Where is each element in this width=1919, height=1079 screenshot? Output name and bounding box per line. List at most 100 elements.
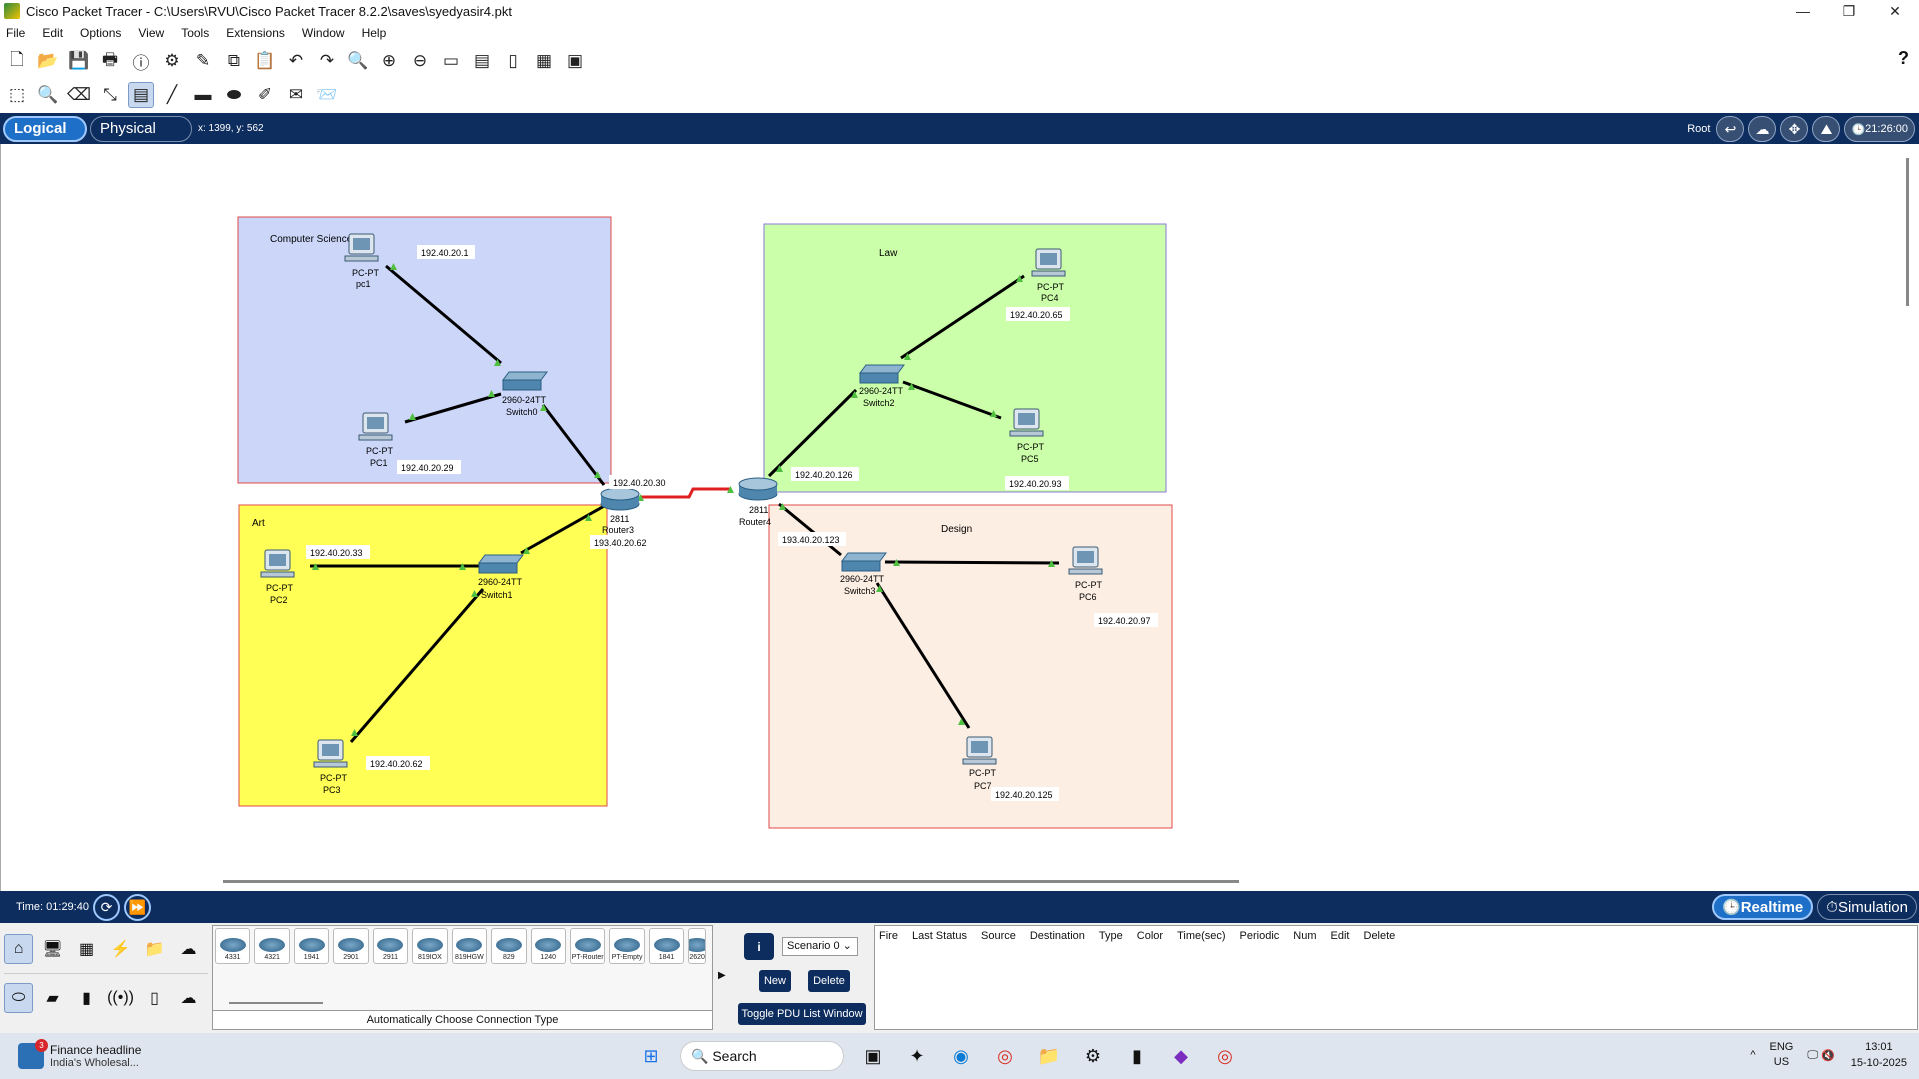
fast-forward-icon[interactable]: ⏩ [123,893,151,921]
clock-date[interactable]: 13:01 15-10-2025 [1851,1039,1907,1071]
windows-start-icon[interactable]: ⊞ [636,1041,666,1071]
connections-icon[interactable]: ⚡ [106,934,135,964]
terminal-icon[interactable]: ▮ [1122,1041,1152,1071]
device-model-pt-router[interactable]: PT-Router [569,928,606,964]
zoom-out-icon[interactable]: ⊖ [407,48,433,74]
select-icon[interactable]: ⬚ [4,82,30,108]
taskbar-search[interactable]: 🔍 Search [680,1041,844,1071]
device-model-1941[interactable]: 1941 [293,928,330,964]
zoom-in-icon[interactable]: 🔍 [345,48,371,74]
network-icon[interactable]: 🖵 [1807,1049,1818,1062]
task-view-icon[interactable]: ▣ [858,1041,888,1071]
packet-tracer-taskbar-icon[interactable]: ⚙ [1078,1041,1108,1071]
place-note-icon[interactable]: ▤ [128,82,154,108]
redo-icon[interactable]: ↷ [314,48,340,74]
network-wizard-icon[interactable]: ⚙ [159,48,185,74]
physical-mode-button[interactable]: Physical [90,115,192,142]
chevron-up-icon[interactable]: ^ [1750,1049,1755,1061]
file-explorer-icon[interactable]: 📁 [1034,1041,1064,1071]
chrome-profile-icon[interactable]: ◎ [1210,1041,1240,1071]
expand-arrow-icon[interactable]: ▶ [718,970,726,981]
switch-device-Switch2[interactable] [859,364,905,384]
components-icon[interactable]: ▦ [72,934,101,964]
edge-icon[interactable]: ◉ [946,1041,976,1071]
device-model-1240[interactable]: 1240 [530,928,566,964]
back-icon[interactable]: ↩ [1716,116,1745,142]
new-icon[interactable]: 🗋 [4,48,30,74]
security-icon[interactable]: ▯ [140,983,169,1013]
device-model-2911[interactable]: 2911 [372,928,409,964]
print-icon[interactable]: 🖶 [97,48,123,74]
menu-help[interactable]: Help [362,26,387,40]
console-icon[interactable]: ▯ [500,48,526,74]
open-icon[interactable]: 📂 [35,48,61,74]
logical-workspace[interactable]: Computer Science Law Art Design PC-PT pc… [0,144,1919,891]
undo-icon[interactable]: ↶ [283,48,309,74]
save-icon[interactable]: 💾 [66,48,92,74]
device-model-1841[interactable]: 1841 [648,928,685,964]
menu-edit[interactable]: Edit [42,26,63,40]
device-model-4331[interactable]: 4331 [215,928,251,964]
inspect-icon[interactable]: 🔍 [35,82,61,108]
network-devices-icon[interactable]: ⌂ [4,934,34,964]
wireless-devices-icon[interactable]: ((•)) [106,983,135,1013]
realtime-mode-button[interactable]: 🕒 Realtime [1712,894,1814,920]
menu-file[interactable]: File [6,26,25,40]
scenario-select[interactable]: Scenario 0 ⌄ [782,937,858,956]
logical-mode-button[interactable]: Logical [3,115,87,142]
volume-muted-icon[interactable]: 🔇 [1821,1049,1835,1062]
hubs-icon[interactable]: ▮ [72,983,101,1013]
background-image-icon[interactable]: ⛰ [1812,116,1841,142]
device-model-pt-empty[interactable]: PT-Empty [609,928,645,964]
pc-device-PC2[interactable] [260,549,295,578]
close-button[interactable]: ✕ [1872,0,1918,22]
pc-device-PC7[interactable] [962,736,997,765]
horizontal-scrollbar[interactable] [223,880,1239,883]
device-model-819IOX[interactable]: 819IOX [412,928,448,964]
custom-devices-icon[interactable]: ▤ [469,48,495,74]
device-model-2901[interactable]: 2901 [333,928,369,964]
device-list-scrollbar[interactable] [229,1002,323,1004]
chrome-icon[interactable]: ◎ [990,1041,1020,1071]
switches-icon[interactable]: ▰ [38,983,67,1013]
draw-line-icon[interactable]: ╱ [159,82,185,108]
miscellaneous-icon[interactable]: 📁 [140,934,169,964]
multiuser-icon[interactable]: ☁ [174,934,203,964]
pc-device-PC3[interactable] [313,739,348,768]
draw-ellipse-icon[interactable]: ⬬ [221,82,247,108]
maximize-button[interactable]: ❐ [1826,0,1872,22]
end-devices-icon[interactable]: 🖥 [38,934,67,964]
news-widget[interactable]: 3 Finance headline India's Wholesal... [18,1039,141,1069]
drawing-palette-icon[interactable]: ▭ [438,48,464,74]
vertical-scrollbar[interactable] [1906,158,1909,306]
viewport-icon[interactable]: ▣ [562,48,588,74]
menu-view[interactable]: View [138,26,164,40]
pc-device-PC6[interactable] [1068,546,1103,575]
wan-emulation-icon[interactable]: ☁ [174,983,203,1013]
device-model-2620[interactable]: 2620 [688,928,706,964]
switch-device-Switch3[interactable] [841,552,887,572]
power-cycle-icon[interactable]: ⟳ [92,893,120,921]
viewport-clock[interactable]: 🕒 21:26:00 [1844,116,1915,142]
routers-icon[interactable]: ⬭ [4,982,34,1013]
freeform-icon[interactable]: ✐ [252,82,278,108]
info-icon[interactable]: ⓘ [128,48,154,74]
device-model-4321[interactable]: 4321 [254,928,290,964]
delete-icon[interactable]: ⌫ [66,82,92,108]
copy-icon[interactable]: ⧉ [221,48,247,74]
move-object-icon[interactable]: ✥ [1780,116,1809,142]
menu-tools[interactable]: Tools [181,26,209,40]
menu-window[interactable]: Window [302,26,345,40]
toggle-pdu-list-button[interactable]: Toggle PDU List Window [738,1003,866,1025]
resize-shape-icon[interactable]: ⤡ [97,82,123,108]
device-model-819HGW[interactable]: 819HGW [451,928,488,964]
new-scenario-button[interactable]: New [759,970,791,992]
language-indicator[interactable]: ENG US [1770,1040,1794,1070]
pc-device-PC4[interactable] [1031,248,1066,277]
minimize-button[interactable]: — [1780,0,1826,22]
copilot-icon[interactable]: ✦ [902,1041,932,1071]
cloud-icon[interactable]: ☁ [1748,116,1777,142]
cluster-icon[interactable]: ▦ [531,48,557,74]
add-simple-pdu-icon[interactable]: ✉ [283,82,309,108]
simulation-mode-button[interactable]: ⏱ Simulation [1817,894,1917,920]
